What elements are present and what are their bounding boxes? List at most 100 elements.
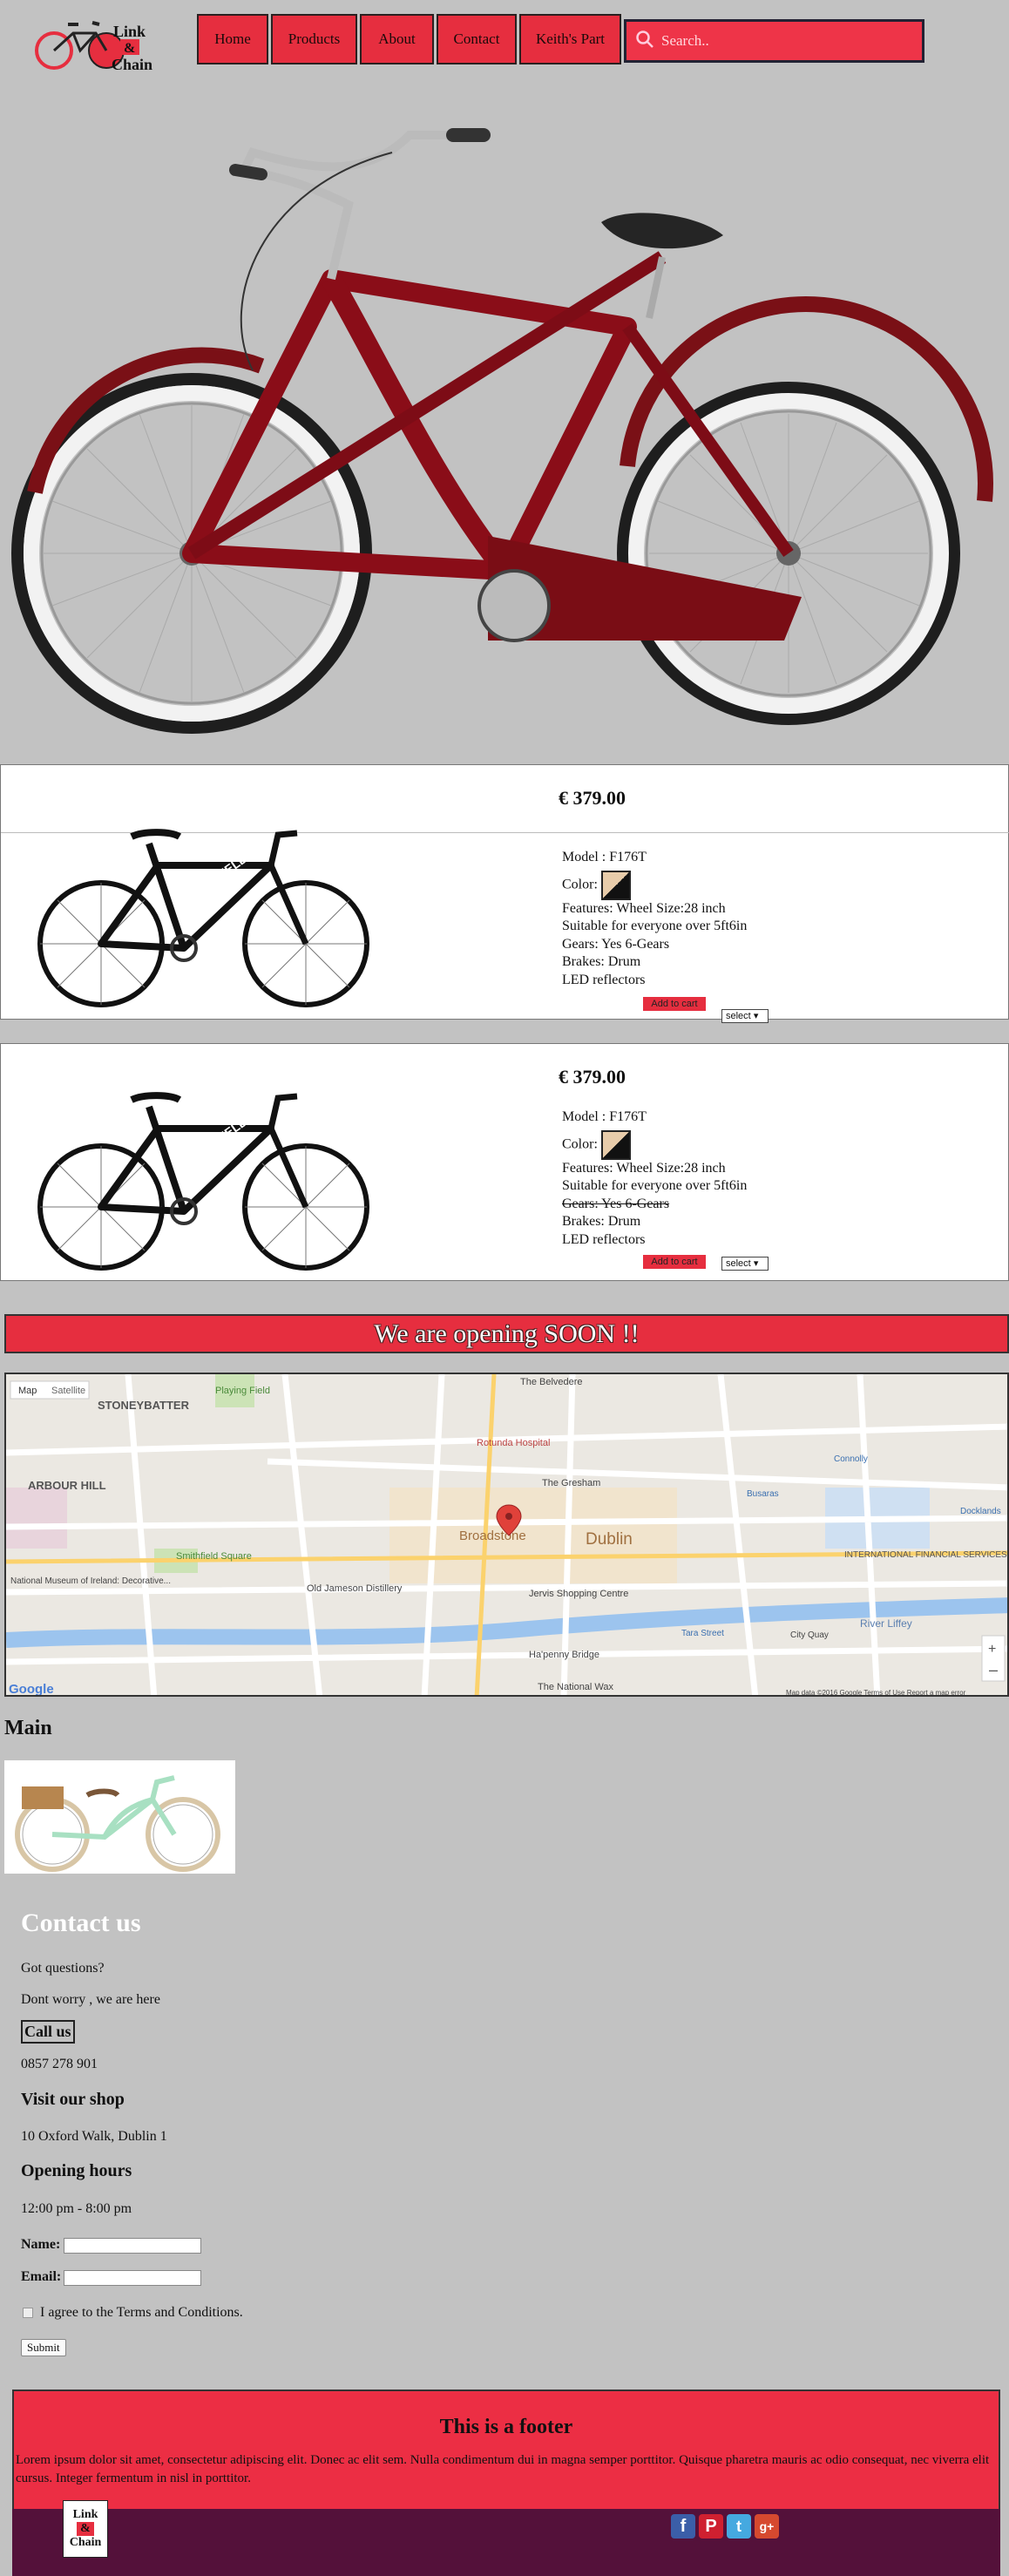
map-tab-satellite[interactable]: Satellite — [51, 1386, 85, 1396]
map-label: City Quay — [790, 1630, 829, 1640]
nav-products[interactable]: Products — [271, 14, 357, 64]
map-label: Ha'penny Bridge — [529, 1650, 599, 1660]
map-label: Old Jameson Distillery — [307, 1583, 403, 1594]
map-label: INTERNATIONAL FINANCIAL SERVICES CENTRE — [844, 1550, 1009, 1560]
color-label: Color: — [562, 1136, 598, 1152]
product-gears: Gears: Yes 6-Gears — [562, 1196, 670, 1211]
map-label: ARBOUR HILL — [28, 1479, 106, 1492]
map-label: Connolly — [834, 1454, 868, 1464]
product-features: Features: Wheel Size:28 inch — [562, 1160, 726, 1176]
email-field[interactable] — [64, 2270, 201, 2286]
product-card: FORTFIELD € 379.00 Model : F176T Color: … — [0, 1043, 1009, 1281]
search-bar[interactable] — [624, 19, 924, 63]
product-features: Features: Wheel Size:28 inch — [562, 900, 726, 916]
map-label: Broadstone — [459, 1529, 526, 1543]
map-label: National Museum of Ireland: Decorative..… — [10, 1576, 171, 1586]
terms-checkbox[interactable] — [23, 2308, 33, 2318]
product-bike-image: FORTFIELD — [36, 783, 376, 1018]
map-tab-map[interactable]: Map — [18, 1386, 37, 1396]
zoom-in-icon[interactable]: + — [988, 1642, 996, 1657]
quantity-select[interactable]: select ▾ — [721, 1257, 769, 1271]
footer-title: This is a footer — [439, 2416, 573, 2438]
shop-address: 10 Oxford Walk, Dublin 1 — [21, 2129, 167, 2144]
nav-about[interactable]: About — [360, 14, 434, 64]
product-suitable: Suitable for everyone over 5ft6in — [562, 919, 748, 933]
site-logo[interactable]: Link & Chain — [35, 12, 187, 75]
add-to-cart-button[interactable]: Add to cart — [643, 997, 706, 1011]
email-label: Email: — [21, 2269, 62, 2284]
quantity-select[interactable]: select ▾ — [721, 1009, 769, 1023]
contact-title: Contact us — [21, 1908, 141, 1937]
contact-question: Got questions? — [21, 1961, 105, 1976]
search-input[interactable] — [661, 32, 905, 50]
product-price: € 379.00 — [559, 1066, 626, 1088]
map-label: The Belvedere — [520, 1377, 583, 1387]
color-label: Color: — [562, 877, 598, 892]
nav-home[interactable]: Home — [197, 14, 268, 64]
product-brakes: Brakes: Drum — [562, 954, 641, 969]
map-label: Rotunda Hospital — [477, 1438, 550, 1448]
opening-banner: We are opening SOON !! — [4, 1314, 1009, 1353]
footer-logo-amp: & — [77, 2522, 94, 2536]
select-value: select — [726, 1258, 751, 1269]
opening-hours: 12:00 pm - 8:00 pm — [21, 2201, 132, 2216]
zoom-out-icon[interactable]: – — [989, 1661, 998, 1678]
nav-contact[interactable]: Contact — [437, 14, 517, 64]
map-label: River Liffey — [860, 1617, 912, 1630]
nav-keiths-part[interactable]: Keith's Part — [519, 14, 621, 64]
logo-text-amp: & — [124, 41, 135, 56]
color-swatch[interactable] — [600, 1129, 631, 1160]
map-attribution[interactable]: Map data ©2016 Google Terms of Use Repor… — [786, 1689, 966, 1697]
pinterest-icon[interactable]: P — [699, 2514, 723, 2539]
twitter-icon[interactable]: t — [727, 2514, 751, 2539]
product-brakes: Brakes: Drum — [562, 1214, 641, 1229]
google-logo: Google — [9, 1682, 54, 1697]
opening-hours-heading: Opening hours — [21, 2161, 132, 2180]
map-label: Dublin — [586, 1530, 633, 1549]
name-label: Name: — [21, 2237, 61, 2252]
google-plus-icon[interactable]: g+ — [755, 2514, 779, 2539]
name-field[interactable] — [64, 2238, 201, 2254]
select-value: select — [726, 1011, 751, 1021]
footer-logo[interactable]: Link & Chain — [63, 2500, 108, 2558]
facebook-icon[interactable]: f — [671, 2514, 695, 2539]
hero-bike-image — [0, 83, 1009, 763]
logo-text-link: Link — [113, 23, 146, 40]
map-label: The National Wax — [538, 1682, 614, 1692]
vintage-bike-image — [4, 1760, 235, 1874]
chevron-down-icon: ▾ — [753, 1011, 759, 1021]
phone-number[interactable]: 0857 278 901 — [21, 2057, 98, 2072]
visit-shop-heading: Visit our shop — [21, 2090, 125, 2109]
product-reflectors: LED reflectors — [562, 1231, 646, 1247]
map-label: Busaras — [747, 1489, 779, 1499]
chevron-down-icon: ▾ — [753, 1258, 759, 1269]
map-label: Docklands — [960, 1507, 1001, 1516]
map-label: Smithfield Square — [176, 1551, 252, 1562]
color-swatch[interactable] — [600, 870, 631, 900]
search-icon — [635, 30, 654, 53]
footer-text: Lorem ipsum dolor sit amet, consectetur … — [16, 2453, 990, 2485]
map-label: Jervis Shopping Centre — [529, 1589, 628, 1599]
product-bike-image: FORTFIELD — [36, 1054, 376, 1281]
map-label: Playing Field — [215, 1386, 270, 1396]
product-specs: Model : F176T Color: Features: Wheel Siz… — [562, 849, 911, 989]
submit-button[interactable]: Submit — [21, 2339, 66, 2356]
main-heading: Main — [4, 1717, 52, 1739]
product-suitable: Suitable for everyone over 5ft6in — [562, 1178, 748, 1193]
call-us-button[interactable]: Call us — [21, 2020, 75, 2044]
terms-label: I agree to the Terms and Conditions. — [40, 2305, 243, 2320]
logo-text-chain: Chain — [112, 56, 152, 73]
google-map[interactable]: Map Satellite STONEYBATTER Playing Field… — [4, 1373, 1009, 1697]
footer-bar: Link & Chain f P t g+ — [12, 2500, 1000, 2576]
product-gears: Gears: Yes 6-Gears — [562, 936, 670, 952]
footer-logo-chain: Chain — [69, 2536, 102, 2549]
map-label: The Gresham — [542, 1478, 600, 1488]
footer-logo-link: Link — [72, 2508, 98, 2521]
product-card: FORTFIELD € 379.00 Model : F176T Color: … — [0, 764, 1009, 1023]
product-model: Model : F176T — [562, 850, 647, 864]
add-to-cart-button[interactable]: Add to cart — [643, 1255, 706, 1269]
map-label: STONEYBATTER — [98, 1399, 190, 1412]
product-price: € 379.00 — [559, 787, 626, 809]
product-model: Model : F176T — [562, 1109, 647, 1124]
contact-reassurance: Dont worry , we are here — [21, 1992, 160, 2007]
